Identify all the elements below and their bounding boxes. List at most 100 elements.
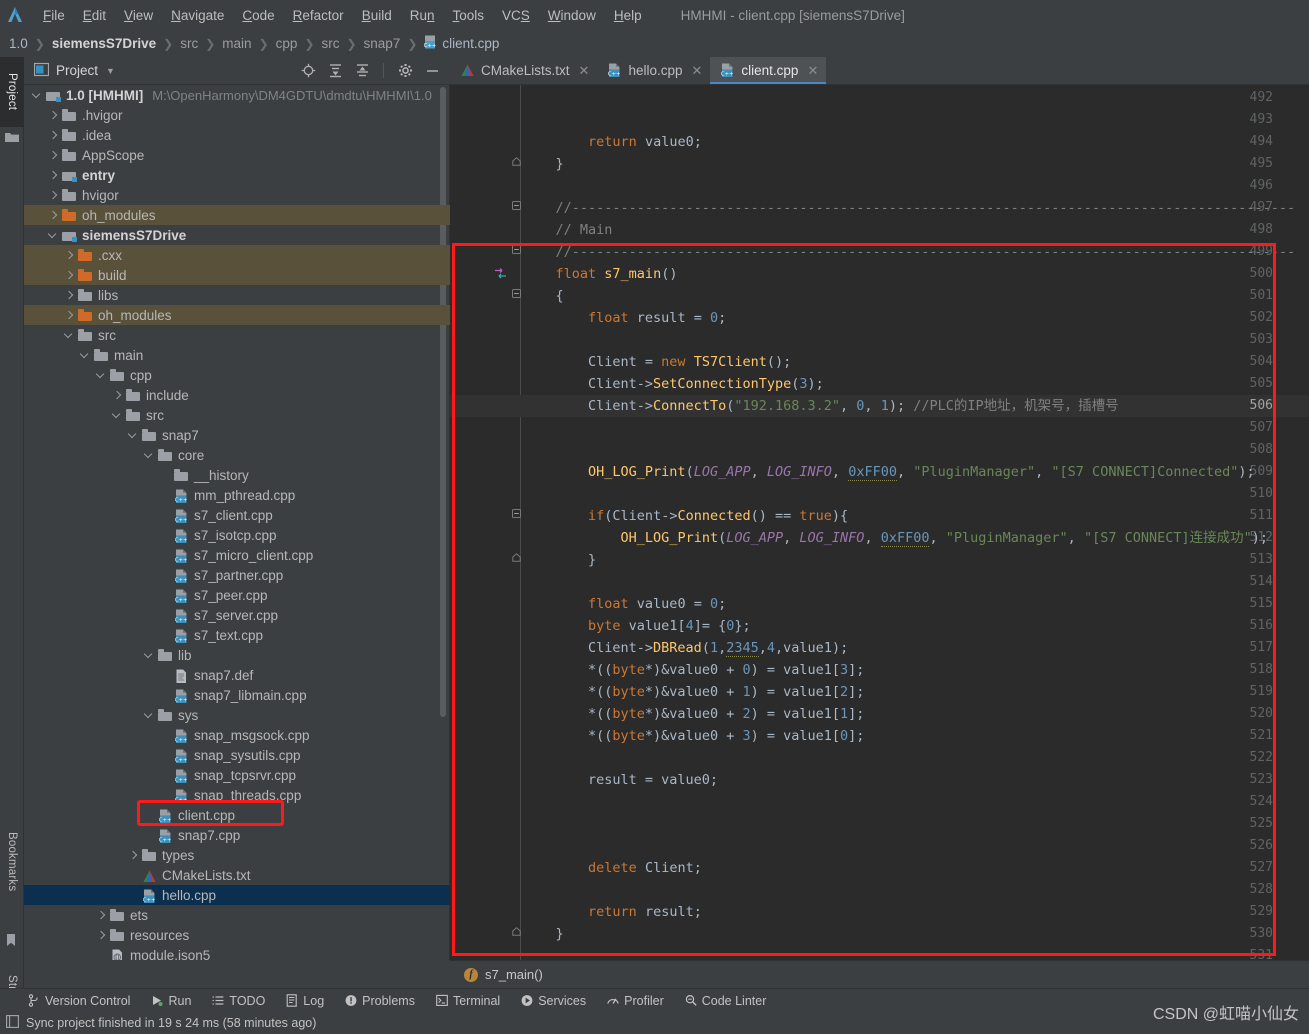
tree-item-mm-pthread-cpp[interactable]: C++ mm_pthread.cpp — [24, 485, 450, 505]
chevron-down-icon[interactable]: ▼ — [106, 66, 115, 76]
minimize-icon[interactable] — [424, 63, 440, 79]
menu-item-view[interactable]: View — [115, 4, 162, 27]
tree-item-appscope[interactable]: AppScope — [24, 145, 450, 165]
chevron-right-icon[interactable] — [48, 130, 59, 141]
tree-item-history[interactable]: __history — [24, 465, 450, 485]
collapse-all-icon[interactable] — [354, 63, 370, 79]
chevron-down-icon[interactable] — [128, 430, 139, 441]
chevron-down-icon[interactable] — [112, 410, 123, 421]
chevron-down-icon[interactable] — [48, 230, 59, 241]
tree-item-s7-micro-client-cpp[interactable]: C++ s7_micro_client.cpp — [24, 545, 450, 565]
chevron-right-icon[interactable] — [64, 250, 75, 261]
tree-item-lib[interactable]: lib — [24, 645, 450, 665]
tree-item-1-0-hmhmi[interactable]: 1.0 [HMHMI] M:\OpenHarmony\DM4GDTU\dmdtu\… — [24, 85, 450, 105]
tree-item-oh-modules[interactable]: oh_modules — [24, 205, 450, 225]
chevron-down-icon[interactable] — [144, 450, 155, 461]
chevron-down-icon[interactable] — [80, 350, 91, 361]
chevron-down-icon[interactable] — [32, 90, 43, 101]
breadcrumb-item-snap7[interactable]: snap7 — [364, 36, 401, 51]
chevron-right-icon[interactable] — [96, 930, 107, 941]
tree-item-snap7-def[interactable]: snap7.def — [24, 665, 450, 685]
fold-collapse-icon[interactable] — [512, 244, 521, 257]
tree-item-hvigor[interactable]: .hvigor — [24, 105, 450, 125]
menu-item-code[interactable]: Code — [233, 4, 283, 27]
fold-end-icon[interactable] — [512, 926, 521, 939]
menu-item-build[interactable]: Build — [353, 4, 401, 27]
tree-item-sys[interactable]: sys — [24, 705, 450, 725]
menu-item-help[interactable]: Help — [605, 4, 651, 27]
project-tree[interactable]: 1.0 [HMHMI] M:\OpenHarmony\DM4GDTU\dmdtu\… — [24, 85, 450, 960]
bottom-tool-profiler[interactable]: Profiler — [607, 994, 664, 1008]
tree-item-s7-client-cpp[interactable]: C++ s7_client.cpp — [24, 505, 450, 525]
chevron-right-icon[interactable] — [48, 150, 59, 161]
tree-item-s7-peer-cpp[interactable]: C++ s7_peer.cpp — [24, 585, 450, 605]
bottom-tool-version-control[interactable]: Version Control — [28, 994, 130, 1008]
editor-tab-cmakelists-txt[interactable]: CMakeLists.txt ✕ — [450, 57, 597, 84]
tree-item-s7-isotcp-cpp[interactable]: C++ s7_isotcp.cpp — [24, 525, 450, 545]
close-icon[interactable]: ✕ — [691, 63, 702, 79]
tree-item-hello-cpp[interactable]: C++ hello.cpp — [24, 885, 450, 905]
locate-icon[interactable] — [300, 63, 316, 79]
menu-item-navigate[interactable]: Navigate — [162, 4, 233, 27]
breadcrumb-item-src[interactable]: src — [180, 36, 198, 51]
fold-collapse-icon[interactable] — [512, 508, 521, 521]
bottom-tool-services[interactable]: Services — [521, 994, 586, 1008]
close-icon[interactable]: ✕ — [807, 63, 818, 79]
breadcrumb-item-main[interactable]: main — [222, 36, 251, 51]
tree-item-src[interactable]: src — [24, 405, 450, 425]
fold-end-icon[interactable] — [512, 156, 521, 169]
menu-item-vcs[interactable]: VCS — [493, 4, 539, 27]
tree-item-src[interactable]: src — [24, 325, 450, 345]
chevron-right-icon[interactable] — [48, 170, 59, 181]
chevron-right-icon[interactable] — [48, 210, 59, 221]
chevron-right-icon[interactable] — [128, 850, 139, 861]
tree-item-include[interactable]: include — [24, 385, 450, 405]
override-marker-icon[interactable] — [494, 267, 507, 283]
fold-end-icon[interactable] — [512, 552, 521, 565]
menu-item-file[interactable]: File — [34, 4, 74, 27]
menu-item-tools[interactable]: Tools — [444, 4, 494, 27]
tree-item-snap-threads-cpp[interactable]: C++ snap_threads.cpp — [24, 785, 450, 805]
close-icon[interactable]: ✕ — [579, 63, 590, 79]
tree-item-cxx[interactable]: .cxx — [24, 245, 450, 265]
chevron-down-icon[interactable] — [144, 650, 155, 661]
tree-item-snap-msgsock-cpp[interactable]: C++ snap_msgsock.cpp — [24, 725, 450, 745]
tree-item-s7-text-cpp[interactable]: C++ s7_text.cpp — [24, 625, 450, 645]
menu-item-refactor[interactable]: Refactor — [284, 4, 353, 27]
breadcrumb-item-cpp[interactable]: cpp — [276, 36, 298, 51]
chevron-right-icon[interactable] — [96, 910, 107, 921]
editor-tab-client-cpp[interactable]: C++ client.cpp ✕ — [710, 57, 827, 84]
tree-item-s7-server-cpp[interactable]: C++ s7_server.cpp — [24, 605, 450, 625]
tree-item-siemenss7drive[interactable]: siemensS7Drive — [24, 225, 450, 245]
tree-item-snap-sysutils-cpp[interactable]: C++ snap_sysutils.cpp — [24, 745, 450, 765]
chevron-right-icon[interactable] — [48, 190, 59, 201]
chevron-down-icon[interactable] — [64, 330, 75, 341]
menu-item-edit[interactable]: Edit — [74, 4, 115, 27]
editor-breadcrumb-function[interactable]: s7_main() — [485, 967, 543, 982]
tool-window-project[interactable]: Project — [0, 57, 24, 127]
tree-item-cmakelists-txt[interactable]: CMakeLists.txt — [24, 865, 450, 885]
chevron-right-icon[interactable] — [64, 270, 75, 281]
tree-item-main[interactable]: main — [24, 345, 450, 365]
tree-item-snap7-cpp[interactable]: C++ snap7.cpp — [24, 825, 450, 845]
tree-item-types[interactable]: types — [24, 845, 450, 865]
breadcrumb-item-file[interactable]: C++ client.cpp — [424, 35, 499, 52]
bottom-tool-log[interactable]: Log — [286, 994, 324, 1008]
tree-item-s7-partner-cpp[interactable]: C++ s7_partner.cpp — [24, 565, 450, 585]
tree-item-client-cpp[interactable]: C++ client.cpp — [24, 805, 450, 825]
bottom-tool-todo[interactable]: TODO — [212, 994, 265, 1008]
chevron-right-icon[interactable] — [64, 310, 75, 321]
code-editor[interactable]: 492 493 494 return value0; 495 } 496 497 //--… — [450, 85, 1309, 960]
folder-icon[interactable] — [5, 131, 19, 146]
tree-item-oh-modules[interactable]: oh_modules — [24, 305, 450, 325]
menu-item-run[interactable]: Run — [401, 4, 444, 27]
menu-item-window[interactable]: Window — [539, 4, 605, 27]
tree-item-ets[interactable]: ets — [24, 905, 450, 925]
breadcrumb-item-src2[interactable]: src — [321, 36, 339, 51]
bottom-tool-code-linter[interactable]: Code Linter — [685, 994, 766, 1008]
tree-item-snap7-libmain-cpp[interactable]: C++ snap7_libmain.cpp — [24, 685, 450, 705]
chevron-right-icon[interactable] — [48, 110, 59, 121]
tree-item-resources[interactable]: resources — [24, 925, 450, 945]
tree-item-snap-tcpsrvr-cpp[interactable]: C++ snap_tcpsrvr.cpp — [24, 765, 450, 785]
bottom-tool-run[interactable]: Run — [151, 994, 191, 1008]
